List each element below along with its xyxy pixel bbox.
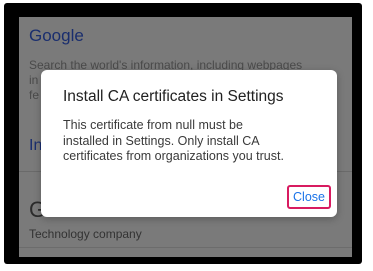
search-result-title: Google <box>29 26 84 45</box>
dialog-message-line: certificates from organizations you trus… <box>63 149 284 163</box>
dialog-message: This certificate from null must be insta… <box>63 118 333 165</box>
divider <box>19 247 352 248</box>
install-ca-dialog: Install CA certificates in Settings This… <box>41 70 337 217</box>
close-button[interactable]: Close <box>287 185 331 209</box>
dialog-title: Install CA certificates in Settings <box>63 88 284 105</box>
device-frame: Google Search the world's information, i… <box>4 3 362 264</box>
screen: Google Search the world's information, i… <box>19 17 352 257</box>
dialog-message-line: installed in Settings. Only install CA <box>63 133 260 148</box>
knowledge-card-subtitle: Technology company <box>29 227 142 241</box>
close-button-label: Close <box>293 190 325 204</box>
dialog-message-line: This certificate from null must be <box>63 118 243 132</box>
